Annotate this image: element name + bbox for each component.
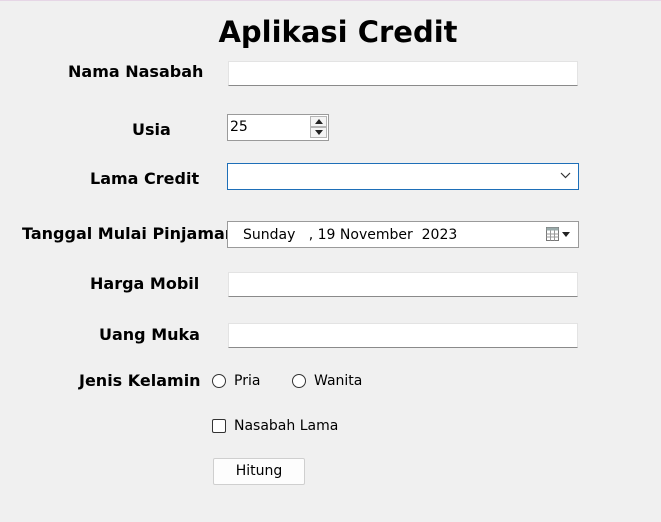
page-title: Aplikasi Credit: [218, 15, 458, 49]
nasabah-lama-label[interactable]: Nasabah Lama: [234, 417, 338, 435]
uang-muka-input[interactable]: [228, 323, 578, 348]
hitung-button[interactable]: Hitung: [213, 458, 305, 485]
usia-spinner[interactable]: 25: [227, 114, 329, 141]
tanggal-mulai-label: Tanggal Mulai Pinjaman: [22, 224, 237, 243]
usia-value[interactable]: 25: [230, 118, 248, 136]
harga-mobil-label: Harga Mobil: [90, 274, 200, 293]
radio-wanita[interactable]: Wanita: [292, 372, 362, 390]
chevron-up-icon: [315, 119, 323, 124]
uang-muka-label: Uang Muka: [99, 325, 200, 344]
nasabah-lama-checkbox[interactable]: Nasabah Lama: [212, 417, 338, 435]
jenis-kelamin-label: Jenis Kelamin: [79, 371, 201, 390]
tanggal-mulai-value[interactable]: Sunday , 19 November 2023: [243, 226, 457, 244]
nama-nasabah-label: Nama Nasabah: [68, 62, 204, 81]
lama-credit-dropdown[interactable]: [227, 163, 579, 190]
radio-wanita-circle[interactable]: [292, 374, 306, 388]
chevron-down-icon: [560, 172, 571, 179]
tanggal-mulai-datepicker[interactable]: Sunday , 19 November 2023: [227, 221, 579, 248]
nama-nasabah-input[interactable]: [228, 61, 578, 86]
radio-pria-circle[interactable]: [212, 374, 226, 388]
usia-increment-button[interactable]: [310, 116, 327, 127]
harga-mobil-input[interactable]: [228, 272, 578, 297]
usia-label: Usia: [132, 120, 171, 139]
radio-pria[interactable]: Pria: [212, 372, 260, 390]
calendar-icon[interactable]: [546, 227, 572, 242]
radio-pria-label[interactable]: Pria: [234, 372, 260, 390]
window-top-border: [0, 0, 661, 1]
nasabah-lama-box[interactable]: [212, 419, 226, 433]
chevron-down-icon: [315, 130, 323, 135]
usia-decrement-button[interactable]: [310, 127, 327, 138]
lama-credit-label: Lama Credit: [90, 169, 200, 188]
radio-wanita-label[interactable]: Wanita: [314, 372, 362, 390]
